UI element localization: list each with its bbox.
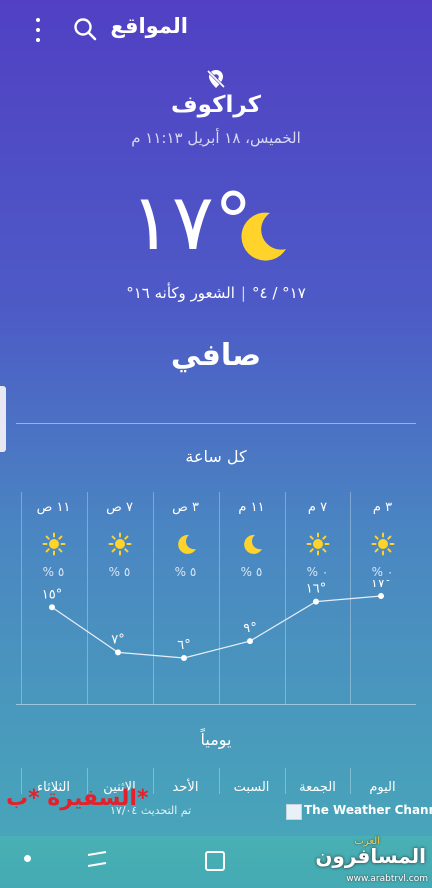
temp-line (51, 595, 382, 659)
hourly-time: ١١ م (238, 500, 265, 515)
moon-icon (241, 212, 286, 261)
sun-icon (42, 532, 66, 556)
hourly-title: كل ساعة (185, 447, 247, 466)
hourly-time: ٧ م (307, 500, 328, 515)
min-max-temp: ١٧° / ٤° (251, 284, 306, 302)
daily-day[interactable]: الجمعة (285, 780, 350, 795)
search-icon[interactable] (72, 16, 98, 42)
temp-point-label: ٩° (243, 621, 256, 636)
temp-point (115, 649, 121, 656)
min-max-feels: ١٧° / ٤°|الشعور وكأنه ١٦° (126, 284, 306, 302)
temp-point (181, 655, 187, 661)
hourly-time: ٣ ص (172, 500, 199, 515)
edge-panel-handle[interactable] (0, 386, 6, 452)
recent-apps-icon[interactable] (86, 850, 108, 868)
user-watermark: السفيرة *ب* (6, 786, 149, 811)
temp-point-label: ١٧° (371, 580, 391, 591)
sun-icon (371, 532, 395, 556)
top-bar: المواقع (0, 0, 432, 56)
feels-like: الشعور وكأنه ١٦° (126, 284, 235, 302)
moon-icon (174, 532, 198, 556)
city-name: كراكوف (170, 92, 262, 118)
sun-icon (108, 532, 132, 556)
hourly-time: ١١ ص (36, 500, 71, 515)
moon-icon (240, 532, 264, 556)
hourly-precip: ٠ % (306, 565, 329, 579)
sun-icon (306, 532, 330, 556)
column-divider (219, 768, 220, 794)
hourly-precip: ٠ % (371, 565, 394, 579)
weather-channel-logo[interactable] (286, 804, 302, 820)
brand-name: المسافرون (315, 844, 426, 868)
weather-condition: صافي (170, 338, 262, 373)
hourly-precip: ٥ % (174, 565, 197, 579)
column-divider (350, 768, 351, 794)
location-off-icon (206, 69, 226, 89)
hourly-precip: ٥ % (42, 565, 65, 579)
hourly-precip: ٥ % (240, 565, 263, 579)
temp-point-label: ٧° (111, 632, 124, 647)
more-options-icon[interactable] (30, 18, 46, 42)
home-button-icon[interactable] (205, 851, 225, 871)
temp-point-label: ١٥° (42, 587, 62, 602)
locations-title: المواقع (110, 14, 188, 38)
hourly-temp-graph: ١٧° ١٦° ٩° ٦° ٧° ١٥° (42, 580, 391, 661)
temp-point (313, 598, 319, 605)
temp-point (378, 593, 384, 599)
daily-day[interactable]: السبت (219, 780, 284, 795)
daily-day[interactable]: اليوم (350, 780, 415, 795)
provider-link[interactable]: The Weather Channel (304, 803, 432, 817)
nav-dot-icon[interactable] (24, 855, 31, 862)
daily-day[interactable]: الأحد (153, 780, 218, 795)
date-time: الخميس، ١٨ أبريل ١١:١٣ م (131, 129, 301, 147)
temp-point-label: ١٦° (306, 582, 326, 597)
daily-title: يومياً (200, 730, 232, 749)
column-divider (153, 768, 154, 794)
temp-point (247, 638, 253, 645)
site-watermark-logo: العرب المسافرون www.arabtrvl.com (315, 826, 432, 888)
temp-point (49, 604, 55, 611)
brand-site: www.arabtrvl.com (346, 874, 428, 884)
hourly-time: ٣ م (372, 500, 393, 515)
temp-point-label: ٦° (177, 638, 190, 653)
divider (16, 423, 416, 424)
column-divider (285, 768, 286, 794)
hourly-precip: ٥ % (108, 565, 131, 579)
hourly-time: ٧ ص (106, 500, 133, 515)
divider (16, 704, 416, 705)
